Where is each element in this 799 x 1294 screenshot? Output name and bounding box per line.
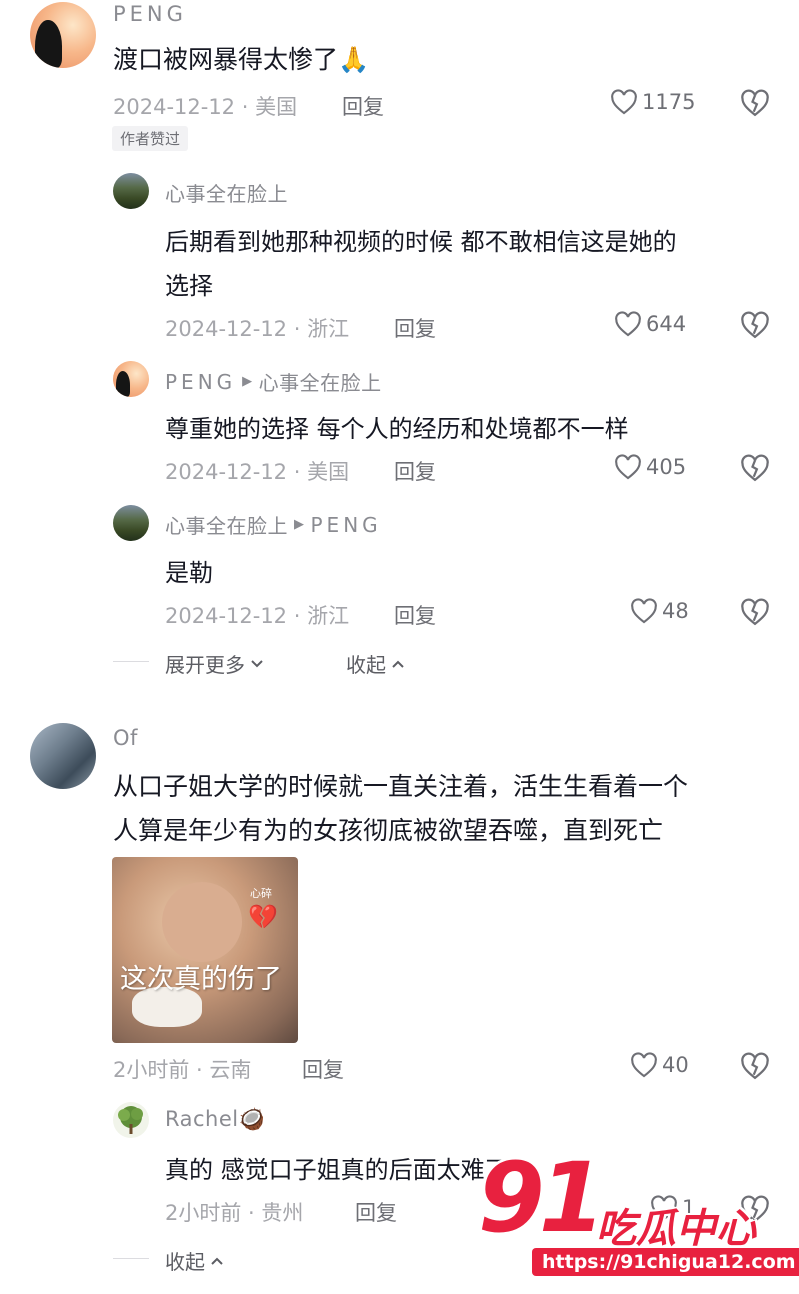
reply-text: 真的 感觉口子姐真的后面太难了: [165, 1156, 509, 1184]
chevron-down-icon: [251, 659, 263, 667]
broken-heart-icon: [741, 1052, 769, 1080]
avatar[interactable]: [113, 505, 149, 541]
reply-button[interactable]: 回复: [355, 1197, 397, 1227]
collapse-button[interactable]: 收起: [165, 1246, 225, 1275]
collapse-button[interactable]: 收起: [346, 649, 406, 678]
collapse-label: 收起: [346, 653, 386, 677]
reply-to-arrow-icon: ▶: [242, 374, 253, 389]
watermark-brand: 吃瓜中心: [596, 1206, 756, 1252]
like-count: 405: [646, 455, 687, 479]
avatar[interactable]: [113, 361, 149, 397]
like-button[interactable]: 644: [614, 311, 686, 337]
comment-text: 从口子姐大学的时候就一直关注着，活生生看着一个: [113, 772, 689, 801]
tree-icon: [118, 1106, 143, 1134]
expand-more-label: 展开更多: [165, 653, 245, 677]
broken-heart-icon: [741, 89, 769, 117]
like-count: 40: [662, 1053, 689, 1077]
reply-text: 后期看到她那种视频的时候 都不敢相信这是她的: [165, 228, 677, 256]
chevron-up-icon: [211, 1257, 223, 1265]
dislike-button[interactable]: [740, 311, 770, 343]
reply-date-location: 2024-12-12 · 浙江: [165, 604, 350, 628]
reply-date-location: 2024-12-12 · 浙江: [165, 317, 350, 341]
heart-outline-icon: [615, 454, 641, 480]
like-button[interactable]: 48: [630, 598, 689, 624]
avatar[interactable]: [30, 2, 96, 68]
like-button[interactable]: 1175: [610, 89, 695, 115]
avatar[interactable]: [30, 723, 96, 789]
like-button[interactable]: 405: [614, 454, 686, 480]
reply-button[interactable]: 回复: [302, 1054, 344, 1084]
reply-date-location: 2024-12-12 · 美国: [165, 460, 350, 484]
reply-username[interactable]: 心事全在脸上: [165, 510, 288, 539]
heart-outline-icon: [631, 598, 657, 624]
reply-target-username[interactable]: 心事全在脸上: [259, 367, 382, 396]
comment-username[interactable]: PENG: [113, 2, 187, 26]
dislike-button[interactable]: [740, 454, 770, 486]
comment-image[interactable]: 心碎 💔 这次真的伤了: [112, 857, 298, 1043]
heart-outline-icon: [611, 89, 637, 115]
reply-date-location: 2小时前 · 贵州: [165, 1201, 304, 1225]
heart-outline-icon: [615, 311, 641, 337]
comment-text: 人算是年少有为的女孩彻底被欲望吞噬，直到死亡: [113, 816, 664, 845]
comment-date-location: 2024-12-12 · 美国: [113, 95, 298, 119]
reply-text: 选择: [165, 272, 213, 300]
reply-text: 尊重她的选择 每个人的经历和处境都不一样: [165, 415, 629, 443]
broken-heart-emoji-icon: 💔: [248, 903, 278, 931]
broken-heart-icon: [741, 311, 769, 339]
reply-to-arrow-icon: ▶: [294, 517, 305, 532]
reply-header: 心事全在脸上 ▶ PENG: [165, 510, 382, 539]
reply-button[interactable]: 回复: [394, 600, 436, 630]
dislike-button[interactable]: [740, 598, 770, 630]
collapse-label: 收起: [165, 1250, 205, 1274]
broken-heart-icon: [741, 598, 769, 626]
meme-small-text: 心碎: [250, 887, 272, 900]
avatar[interactable]: [113, 173, 149, 209]
like-count: 644: [646, 312, 687, 336]
comment-text: 渡口被网暴得太惨了🙏: [113, 45, 370, 74]
comment-date-location: 2小时前 · 云南: [113, 1058, 252, 1082]
watermark-url: https://91chigua12.com: [532, 1248, 799, 1276]
reply-button[interactable]: 回复: [394, 456, 436, 486]
heart-outline-icon: [631, 1052, 657, 1078]
comment-username[interactable]: Of: [113, 726, 138, 750]
chevron-up-icon: [392, 660, 404, 668]
reply-username[interactable]: PENG: [165, 370, 236, 394]
reply-button[interactable]: 回复: [394, 313, 436, 343]
reply-username[interactable]: Rachel🥥: [165, 1107, 265, 1132]
watermark-number: 91: [478, 1142, 606, 1254]
dislike-button[interactable]: [740, 89, 770, 121]
like-count: 48: [662, 599, 689, 623]
expand-more-button[interactable]: 展开更多: [165, 649, 265, 678]
like-button[interactable]: 40: [630, 1052, 689, 1078]
reply-header: PENG ▶ 心事全在脸上: [165, 367, 382, 396]
divider: [113, 661, 149, 662]
reply-username[interactable]: 心事全在脸上: [165, 178, 288, 207]
like-count: 1175: [642, 90, 696, 114]
reply-target-username[interactable]: PENG: [311, 513, 382, 537]
reply-button[interactable]: 回复: [342, 91, 384, 121]
reply-text: 是勒: [165, 559, 213, 587]
meme-caption: 这次真的伤了: [120, 964, 282, 995]
dislike-button[interactable]: [740, 1052, 770, 1084]
avatar[interactable]: [113, 1102, 149, 1138]
broken-heart-icon: [741, 454, 769, 482]
author-liked-badge: 作者赞过: [112, 126, 189, 151]
divider: [113, 1258, 149, 1259]
